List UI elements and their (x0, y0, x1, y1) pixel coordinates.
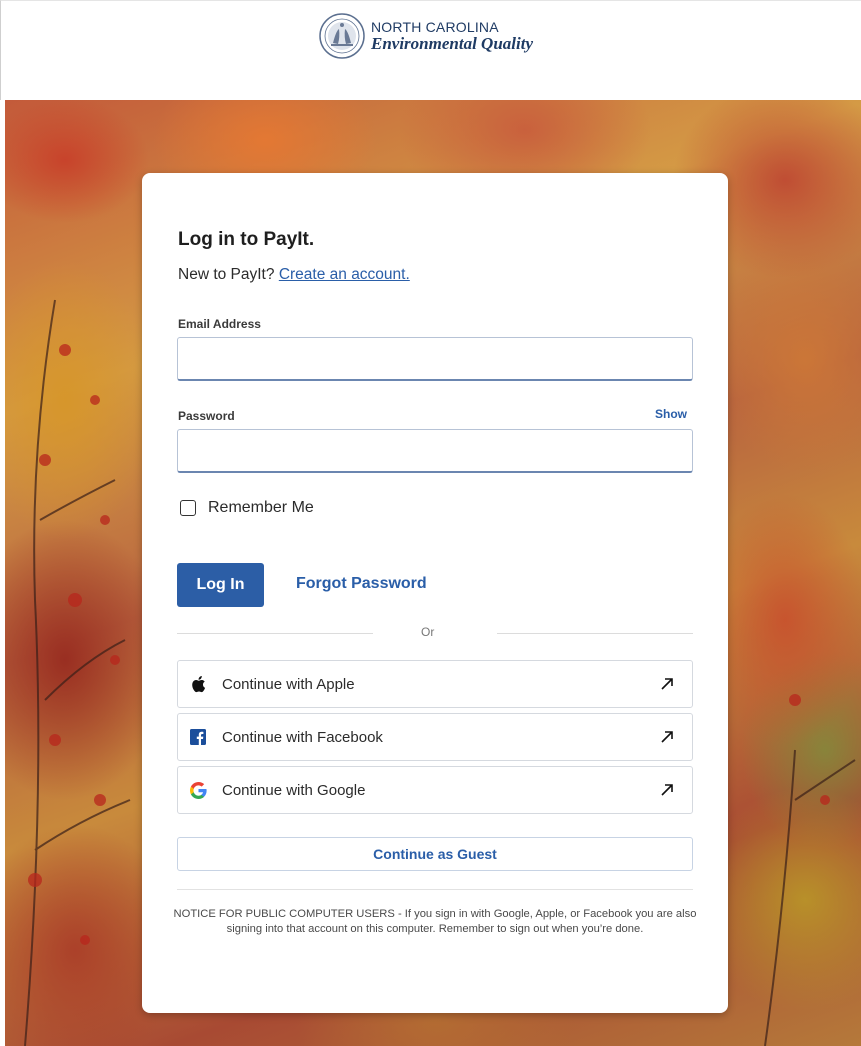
continue-as-guest-button[interactable]: Continue as Guest (177, 837, 693, 871)
show-password-toggle[interactable]: Show (655, 407, 687, 421)
public-computer-notice: NOTICE FOR PUBLIC COMPUTER USERS - If yo… (173, 908, 697, 935)
or-text: Or (421, 625, 435, 639)
remember-me[interactable]: Remember Me (180, 499, 314, 517)
login-button[interactable]: Log In (177, 563, 264, 607)
or-divider-right (497, 633, 693, 634)
notice-divider (177, 889, 693, 890)
continue-google-label: Continue with Google (222, 781, 366, 799)
create-account-link[interactable]: Create an account. (279, 266, 410, 283)
nc-state-seal-icon (319, 13, 365, 59)
external-arrow-icon (661, 784, 673, 796)
continue-apple-label: Continue with Apple (222, 675, 355, 693)
nc-deq-logo[interactable]: NORTH CAROLINA Environmental Quality (319, 13, 533, 59)
external-arrow-icon (661, 678, 673, 690)
password-label: Password (178, 409, 235, 423)
google-icon (189, 781, 207, 799)
apple-icon (189, 675, 207, 693)
brand-line1: NORTH CAROLINA (371, 19, 499, 35)
continue-facebook-button[interactable]: Continue with Facebook (177, 713, 693, 761)
or-divider-left (177, 633, 373, 634)
login-card: Log in to PayIt. New to PayIt? Create an… (142, 173, 728, 1013)
remember-me-label: Remember Me (208, 499, 314, 516)
forgot-password-link[interactable]: Forgot Password (296, 575, 427, 593)
continue-google-button[interactable]: Continue with Google (177, 766, 693, 814)
facebook-icon (189, 728, 207, 746)
new-prompt-text: New to PayIt? (178, 266, 275, 283)
continue-apple-button[interactable]: Continue with Apple (177, 660, 693, 708)
login-title: Log in to PayIt. (178, 229, 315, 250)
remember-me-checkbox[interactable] (180, 500, 196, 516)
continue-facebook-label: Continue with Facebook (222, 728, 383, 746)
external-arrow-icon (661, 731, 673, 743)
password-field[interactable] (177, 429, 693, 473)
email-field[interactable] (177, 337, 693, 381)
site-header: NORTH CAROLINA Environmental Quality (0, 0, 861, 100)
new-account-prompt: New to PayIt? Create an account. (178, 266, 410, 284)
email-label: Email Address (178, 317, 261, 331)
brand-line2: Environmental Quality (371, 34, 533, 53)
